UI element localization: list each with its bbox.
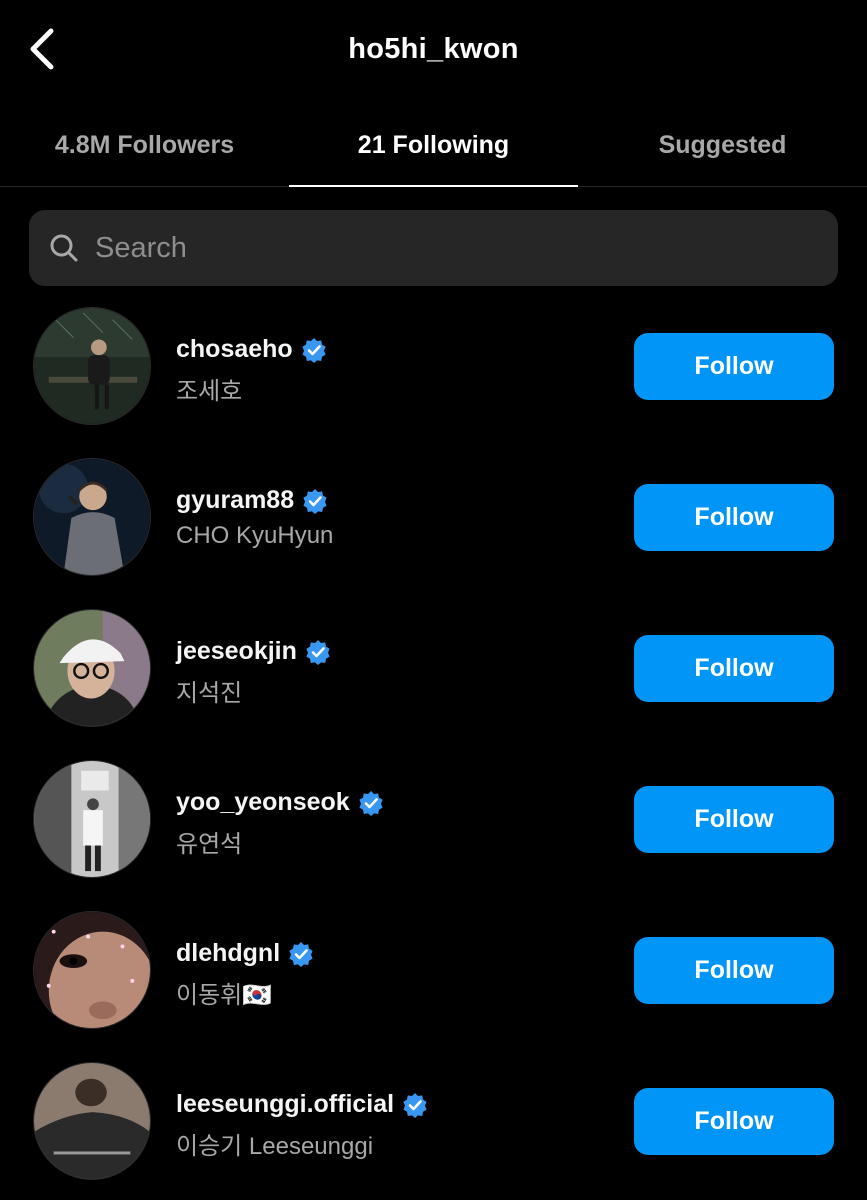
follow-button[interactable]: Follow (634, 1088, 834, 1155)
verified-badge-icon (303, 488, 327, 514)
verified-badge-icon (306, 639, 330, 665)
list-item[interactable]: leeseunggi.official 이승기 Leeseunggi Follo… (0, 1046, 867, 1197)
list-item[interactable]: yoo_yeonseok 유연석 Follow (0, 744, 867, 895)
username[interactable]: leeseunggi.official (176, 1090, 394, 1119)
avatar[interactable] (33, 609, 151, 727)
avatar[interactable] (33, 1062, 151, 1180)
full-name: CHO KyuHyun (176, 522, 334, 549)
avatar-photo (34, 1063, 150, 1179)
list-item[interactable]: gyuram88 CHO KyuHyun Follow (0, 442, 867, 593)
avatar[interactable] (33, 911, 151, 1029)
search-input[interactable] (95, 231, 795, 265)
list-item[interactable]: chosaeho 조세호 Follow (0, 291, 867, 442)
avatar[interactable] (33, 458, 151, 576)
verified-badge-icon (289, 941, 313, 967)
avatar-photo (34, 761, 150, 877)
follow-button[interactable]: Follow (634, 937, 834, 1004)
full-name: 유연석 (176, 831, 243, 858)
follow-button[interactable]: Follow (634, 333, 834, 400)
tab-followers[interactable]: 4.8M Followers (0, 105, 289, 186)
avatar-photo (34, 459, 150, 575)
tab-bar: 4.8M Followers 21 Following Suggested (0, 105, 867, 187)
top-bar: ho5hi_kwon (0, 0, 867, 105)
search-bar[interactable] (29, 210, 838, 286)
list-item[interactable]: dlehdgnl 이동휘🇰🇷 Follow (0, 895, 867, 1046)
verified-badge-icon (359, 790, 383, 816)
tab-following[interactable]: 21 Following (289, 105, 578, 187)
follow-button[interactable]: Follow (634, 786, 834, 853)
following-list: chosaeho 조세호 Follow gyuram88 CHO KyuHyun… (0, 291, 867, 1197)
profile-username-title: ho5hi_kwon (348, 33, 519, 65)
search-icon (50, 234, 78, 262)
avatar[interactable] (33, 760, 151, 878)
tab-suggested[interactable]: Suggested (578, 105, 867, 186)
verified-badge-icon (302, 337, 326, 363)
avatar-photo (34, 308, 150, 424)
avatar-photo (34, 610, 150, 726)
username[interactable]: chosaeho (176, 335, 293, 364)
full-name: 이동휘🇰🇷 (176, 982, 273, 1009)
username[interactable]: dlehdgnl (176, 939, 280, 968)
follow-button[interactable]: Follow (634, 635, 834, 702)
full-name: 이승기 Leeseunggi (176, 1133, 374, 1160)
username[interactable]: yoo_yeonseok (176, 788, 350, 817)
full-name: 지석진 (176, 680, 243, 707)
full-name: 조세호 (176, 378, 243, 405)
avatar-photo (34, 912, 150, 1028)
list-item[interactable]: jeeseokjin 지석진 Follow (0, 593, 867, 744)
username[interactable]: jeeseokjin (176, 637, 297, 666)
verified-badge-icon (403, 1092, 427, 1118)
avatar[interactable] (33, 307, 151, 425)
username[interactable]: gyuram88 (176, 486, 294, 515)
follow-button[interactable]: Follow (634, 484, 834, 551)
